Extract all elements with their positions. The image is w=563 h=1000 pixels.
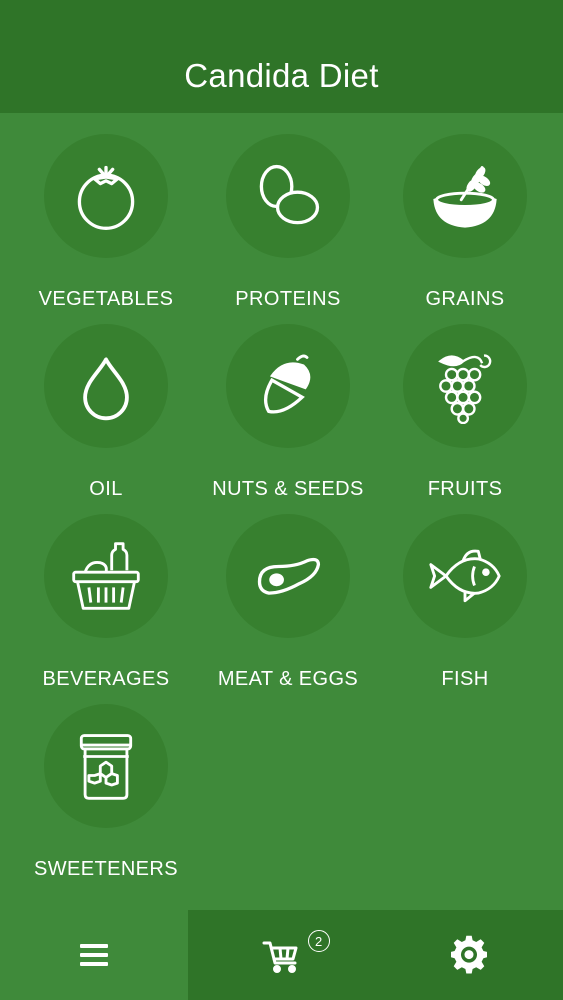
category-circle	[226, 324, 350, 448]
category-circle	[403, 324, 527, 448]
honey-jar-icon	[79, 734, 133, 800]
drop-icon	[83, 357, 129, 421]
gear-icon	[451, 935, 488, 974]
category-label: FRUITS	[427, 478, 503, 500]
category-label: PROTEINS	[235, 288, 341, 310]
tomato-icon	[77, 165, 135, 230]
category-meat-eggs[interactable]: MEAT & EGGS	[195, 514, 381, 691]
category-vegetables[interactable]: VEGETABLES	[13, 134, 199, 311]
category-circle	[44, 134, 168, 258]
category-label: VEGETABLES	[38, 288, 174, 310]
acorn-icon	[263, 354, 311, 414]
category-label: OIL	[89, 478, 123, 500]
category-grains[interactable]: GRAINS	[372, 134, 558, 311]
tab-cart[interactable]: 2	[188, 910, 376, 1000]
category-circle	[44, 704, 168, 828]
category-grid: VEGETABLES PROTEINS GRAINS OIL NUTS & SE…	[0, 113, 563, 910]
tab-menu[interactable]	[0, 910, 188, 1000]
basket-icon	[72, 542, 140, 610]
category-circle	[226, 134, 350, 258]
category-oil[interactable]: OIL	[13, 324, 199, 501]
cart-count-badge: 2	[307, 930, 330, 952]
grapes-icon	[438, 354, 492, 424]
category-nuts-seeds[interactable]: NUTS & SEEDS	[195, 324, 381, 501]
category-circle	[44, 324, 168, 448]
app-header: Candida Diet	[0, 0, 563, 113]
category-label: BEVERAGES	[42, 668, 170, 690]
category-label: FISH	[441, 668, 489, 690]
steak-icon	[257, 557, 321, 595]
grain-bowl-icon	[433, 166, 497, 228]
tab-settings[interactable]	[375, 910, 563, 1000]
category-fruits[interactable]: FRUITS	[372, 324, 558, 501]
category-label: GRAINS	[425, 288, 505, 310]
fish-icon	[429, 549, 501, 603]
category-label: NUTS & SEEDS	[212, 478, 364, 500]
category-circle	[403, 514, 527, 638]
category-label: SWEETENERS	[33, 858, 179, 880]
category-label: MEAT & EGGS	[217, 668, 359, 690]
category-proteins[interactable]: PROTEINS	[195, 134, 381, 311]
hamburger-menu-icon	[79, 944, 108, 966]
category-beverages[interactable]: BEVERAGES	[13, 514, 199, 691]
bottom-tab-bar: 2	[0, 910, 563, 1000]
page-title: Candida Diet	[184, 57, 379, 94]
eggs-icon	[259, 164, 320, 225]
shopping-cart-icon	[262, 941, 297, 973]
category-circle	[44, 514, 168, 638]
category-sweeteners[interactable]: SWEETENERS	[13, 704, 199, 881]
category-fish[interactable]: FISH	[372, 514, 558, 691]
category-circle	[226, 514, 350, 638]
category-circle	[403, 134, 527, 258]
